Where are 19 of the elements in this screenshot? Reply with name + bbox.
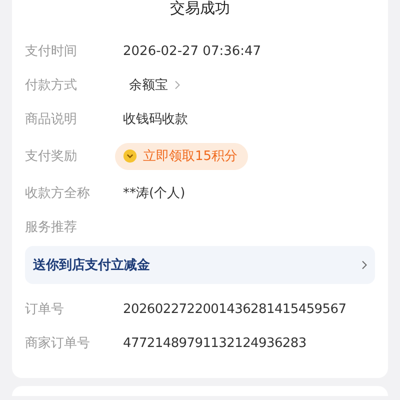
payment-method-link[interactable]: 余额宝: [129, 76, 180, 94]
field-value: **涛(个人): [123, 185, 186, 202]
promo-banner[interactable]: 送你到店支付立减金: [25, 246, 375, 284]
field-label: 支付时间: [25, 43, 78, 60]
field-label: 商家订单号: [25, 335, 91, 352]
field-label: 订单号: [25, 301, 65, 318]
field-label: 付款方式: [25, 77, 78, 94]
field-value: 2026-02-27 07:36:47: [123, 44, 262, 58]
chevron-right-icon: [174, 80, 180, 90]
field-label: 收款方全称: [25, 185, 91, 202]
field-label: 支付奖励: [25, 148, 78, 165]
field-label: 商品说明: [25, 111, 78, 128]
field-value: 47721489791132124936283: [123, 336, 306, 350]
field-label: 服务推荐: [25, 219, 78, 236]
field-value: 2026022722001436281415459567: [123, 302, 346, 316]
coin-icon: [123, 149, 137, 163]
chevron-right-icon: [361, 260, 367, 270]
page-title: 交易成功: [169, 0, 231, 18]
field-value: 收钱码收款: [123, 111, 188, 128]
